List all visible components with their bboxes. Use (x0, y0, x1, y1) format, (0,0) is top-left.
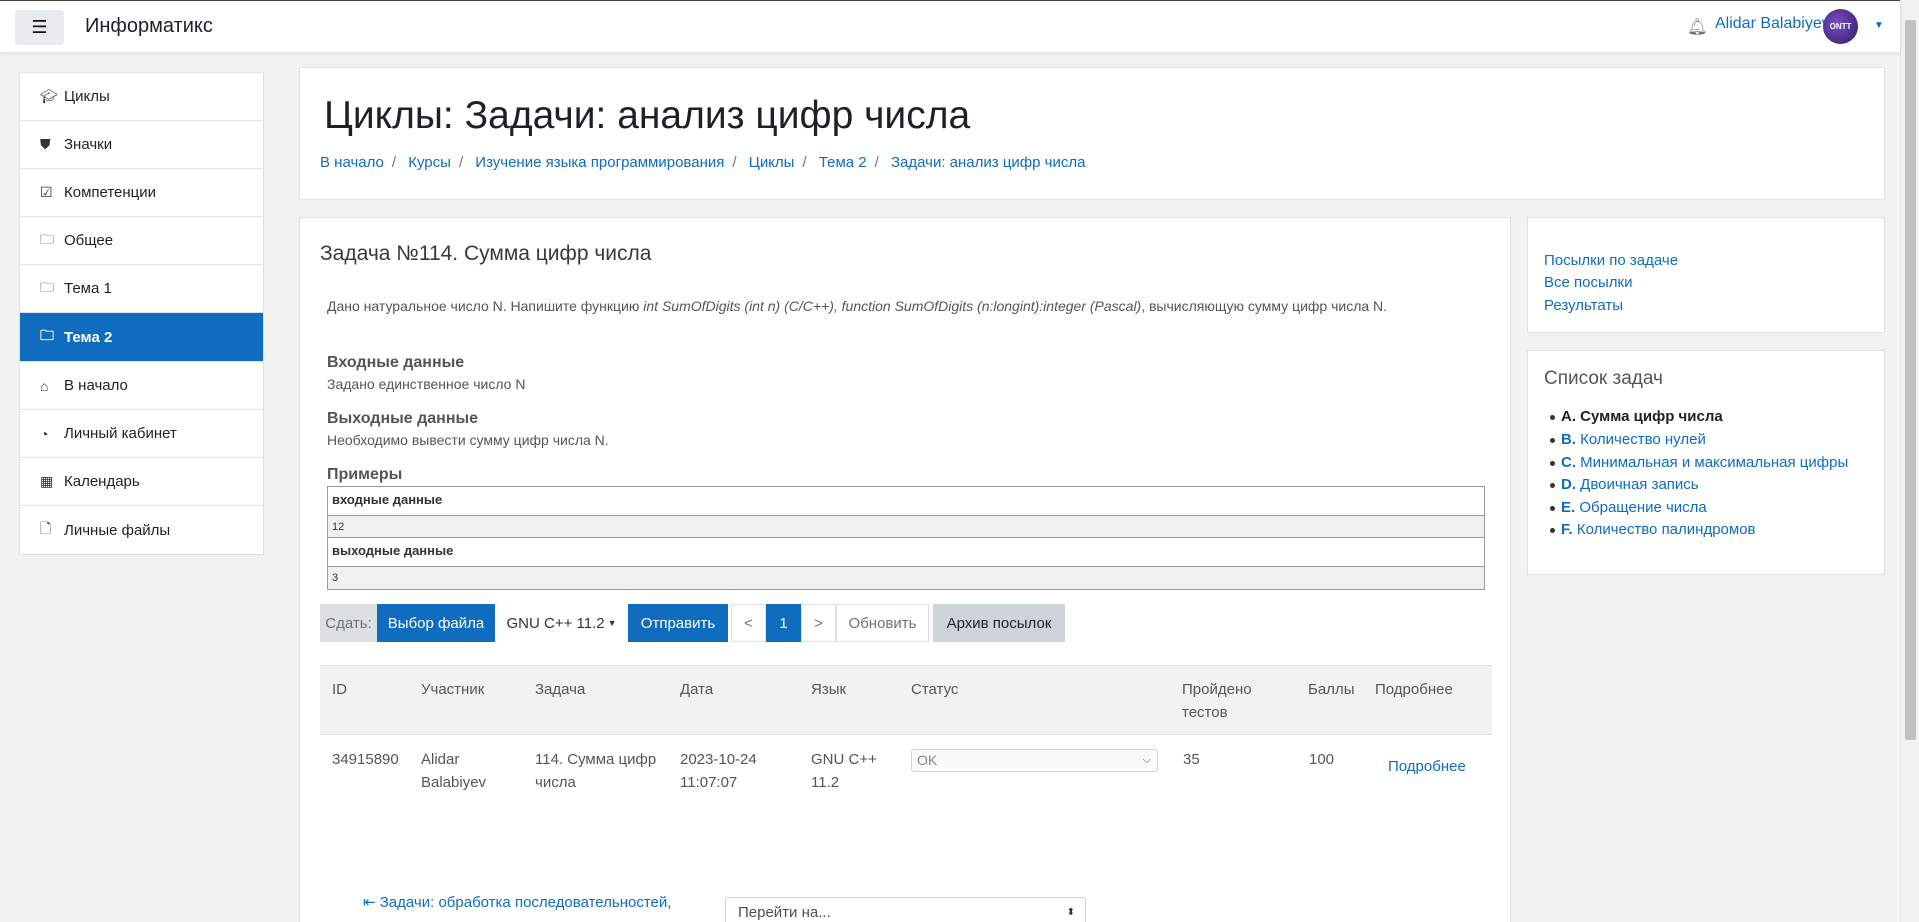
folder-icon: 🗀 (40, 327, 54, 343)
shield-icon: ⛊ (40, 136, 51, 152)
avatar[interactable]: ONTT (1823, 9, 1858, 44)
sidebar-item-topic-1[interactable]: 🗀 Тема 1 (20, 265, 263, 313)
calendar-icon: ▦ (40, 473, 54, 489)
previous-activity-link[interactable]: ⇤ Задачи: обработка последовательностей, (363, 893, 671, 911)
file-icon: 🗋 (40, 520, 52, 536)
cell-task: 114. Сумма цифр числа (535, 751, 657, 791)
pagination-prev[interactable]: < (731, 604, 766, 642)
check-square-icon: ☑ (40, 184, 53, 200)
pagination-page-1[interactable]: 1 (766, 604, 801, 642)
sidebar-item-badges[interactable]: ⛊ Значки (20, 121, 263, 169)
task-list-item-c[interactable]: C. Минимальная и максимальная цифры (1550, 454, 1848, 471)
details-link[interactable]: Подробнее (1388, 755, 1466, 778)
col-details: Подробнее (1375, 681, 1453, 698)
drawer-toggle-button[interactable]: ☰ (15, 10, 64, 45)
breadcrumb: В начало / Курсы / Изучение языка программ… (320, 154, 1086, 171)
sort-icon: ⬍ (1066, 907, 1075, 918)
page-scrollbar[interactable] (1900, 0, 1919, 922)
pagination-next[interactable]: > (801, 604, 836, 642)
problem-heading: Задача №114. Сумма цифр числа (320, 242, 652, 265)
page-title: Циклы: Задачи: анализ цифр числа (324, 94, 971, 137)
task-list-item-a: A. Сумма цифр числа (1550, 408, 1723, 425)
cell-score: 100 (1309, 751, 1335, 768)
col-language: Язык (811, 681, 847, 698)
col-participant: Участник (421, 681, 485, 698)
chevron-down-icon[interactable]: ▼ (1874, 20, 1884, 31)
breadcrumb-topic-2[interactable]: Тема 2 (819, 154, 867, 171)
course-nav: 🎓︎ Циклы ⛊ Значки ☑ Компетенции 🗀 Общее 🗀 Тем… (19, 72, 264, 362)
breadcrumb-course[interactable]: Изучение языка программирования (475, 154, 724, 171)
link-all-submissions[interactable]: Все посылки (1544, 274, 1632, 291)
chevron-down-icon: ⌵ (1142, 754, 1151, 766)
scrollbar-thumb[interactable] (1905, 20, 1916, 740)
task-list-item-d[interactable]: D. Двоичная запись (1550, 476, 1699, 493)
example-output-label: выходные данные (328, 538, 1484, 567)
link-results[interactable]: Результаты (1544, 297, 1623, 314)
col-status: Статус (911, 681, 959, 698)
dashboard-icon: ◔ (40, 425, 49, 442)
task-list-heading: Список задач (1544, 368, 1663, 389)
problem-statement: Дано натуральное число N. Напишите функц… (327, 298, 1388, 314)
home-icon: ⌂ (40, 377, 49, 394)
breadcrumb-courses[interactable]: Курсы (408, 154, 451, 171)
arrow-left-icon: ⇤ (363, 894, 380, 911)
input-text: Задано единственное число N (327, 376, 526, 392)
navbar: ☰ Информатикс 🔔︎ Alidar Balabiyev ONTT ▼ (0, 0, 1900, 52)
col-id: ID (332, 681, 347, 698)
page-header: Циклы: Задачи: анализ цифр числа В начал… (299, 67, 1885, 200)
archive-button[interactable]: Архив посылок (933, 604, 1065, 642)
sidebar-item-cycles[interactable]: 🎓︎ Циклы (20, 73, 263, 121)
cell-date: 2023-10-24 11:07:07 (680, 751, 757, 791)
user-name[interactable]: Alidar Balabiyev (1715, 15, 1830, 33)
examples-table: входные данные 12 выходные данные 3 (327, 486, 1485, 590)
task-list-item-e[interactable]: E. Обращение числа (1550, 499, 1707, 516)
input-heading: Входные данные (327, 354, 465, 371)
sidebar-item-private-files[interactable]: 🗋 Личные файлы (20, 506, 263, 554)
task-list-item-f[interactable]: F. Количество палиндромов (1550, 521, 1756, 538)
cell-language: GNU C++ 11.2 (811, 751, 877, 791)
refresh-button[interactable]: Обновить (836, 604, 929, 642)
submit-label: Сдать: (320, 604, 377, 642)
breadcrumb-current[interactable]: Задачи: анализ цифр числа (891, 154, 1085, 171)
output-heading: Выходные данные (327, 410, 479, 427)
folder-icon: 🗀 (40, 278, 54, 295)
cell-participant: Alidar Balabiyev (421, 751, 487, 791)
col-task: Задача (535, 681, 586, 698)
output-text: Необходимо вывести сумму цифр числа N. (327, 432, 609, 448)
jump-to-select[interactable]: Перейти на... ⬍ (725, 897, 1086, 922)
example-output-value: 3 (328, 567, 1484, 589)
hamburger-icon: ☰ (31, 17, 48, 37)
breadcrumb-home[interactable]: В начало (320, 154, 384, 171)
cell-tests-passed: 35 (1183, 751, 1200, 768)
sidebar-item-topic-2[interactable]: 🗀 Тема 2 (20, 313, 263, 361)
sidebar-item-home[interactable]: ⌂ В начало (20, 362, 263, 410)
breadcrumb-cycles[interactable]: Циклы (749, 154, 795, 171)
status-select[interactable]: OK ⌵ (911, 749, 1158, 772)
example-input-label: входные данные (328, 487, 1484, 516)
send-button[interactable]: Отправить (628, 604, 728, 642)
sidebar-item-general[interactable]: 🗀 Общее (20, 217, 263, 265)
graduation-cap-icon: 🎓︎ (40, 88, 58, 104)
choose-file-button[interactable]: Выбор файла (377, 604, 495, 642)
task-list-item-b[interactable]: B. Количество нулей (1550, 431, 1706, 448)
sidebar-item-calendar[interactable]: ▦ Календарь (20, 458, 263, 506)
bell-icon[interactable]: 🔔︎ (1687, 17, 1707, 37)
caret-down-icon: ▼ (607, 618, 617, 628)
example-input-value: 12 (328, 516, 1484, 538)
site-nav: ⌂ В начало ◔ Личный кабинет ▦ Календарь 🗋 Ли… (19, 361, 264, 555)
link-task-submissions[interactable]: Посылки по задаче (1544, 252, 1678, 269)
site-brand[interactable]: Информатикс (85, 15, 213, 38)
function-signature: int SumOfDigits (int n) (C/C++), functio… (643, 298, 1142, 314)
sidebar-item-dashboard[interactable]: ◔ Личный кабинет (20, 410, 263, 458)
sidebar-item-competencies[interactable]: ☑ Компетенции (20, 169, 263, 217)
examples-heading: Примеры (327, 466, 403, 483)
language-dropdown[interactable]: GNU C++ 11.2 ▼ (495, 604, 628, 642)
folder-icon: 🗀 (40, 230, 54, 247)
col-tests-passed: Пройдено тестов (1182, 681, 1252, 721)
col-date: Дата (680, 681, 714, 698)
cell-id: 34915890 (332, 751, 399, 768)
col-score: Баллы (1308, 681, 1355, 698)
